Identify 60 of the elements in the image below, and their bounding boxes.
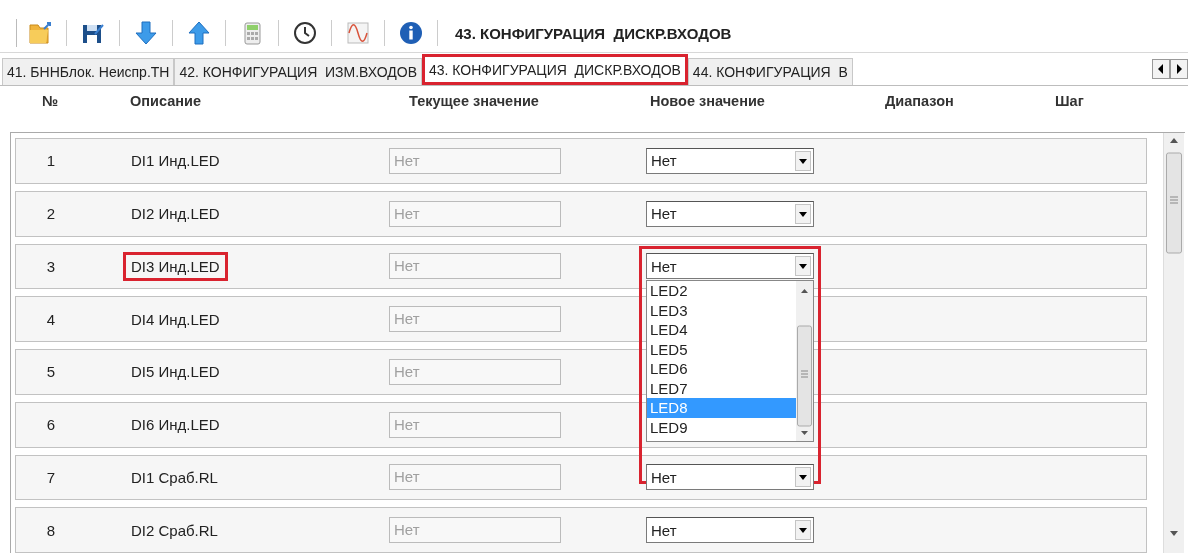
row-number: 7 <box>45 468 57 486</box>
value-dropdown[interactable]: Нет <box>646 464 814 491</box>
column-header: Диапазон <box>885 93 955 109</box>
up-arrow-icon[interactable] <box>186 20 212 46</box>
tab[interactable]: 42. КОНФИГУРАЦИЯ ИЗМ.ВХОДОВ <box>174 58 422 85</box>
caret-icon[interactable] <box>795 520 811 541</box>
dropdown-option[interactable]: LED9 <box>647 417 796 438</box>
row-number: 8 <box>45 521 57 539</box>
column-header: Шаг <box>1055 93 1085 109</box>
tab[interactable]: 44. КОНФИГУРАЦИЯ В <box>687 58 853 85</box>
row-number: 2 <box>45 205 57 223</box>
description-text: DI1 Сраб.RL <box>130 467 219 488</box>
column-header: Описание <box>129 93 202 109</box>
current-value-field: Нет <box>389 358 561 385</box>
current-value-field: Нет <box>389 306 561 333</box>
column-header: Новое значение <box>649 93 766 109</box>
description-text: DI4 Инд.LED <box>130 309 221 330</box>
current-value-field: Нет <box>389 411 561 438</box>
tab[interactable]: 43. КОНФИГУРАЦИЯ ДИСКР.ВХОДОВ <box>422 54 688 85</box>
description-text: DI5 Инд.LED <box>130 362 221 383</box>
current-value-field: Нет <box>389 464 561 491</box>
description-text: DI1 Инд.LED <box>130 151 221 172</box>
sine-wave-icon[interactable] <box>345 20 371 46</box>
column-header: Текущее значение <box>408 93 540 109</box>
info-icon[interactable] <box>398 20 424 46</box>
folder-icon[interactable] <box>27 20 53 46</box>
row-number: 1 <box>45 152 57 170</box>
caret-icon[interactable] <box>795 150 811 171</box>
caret-icon[interactable] <box>795 467 811 488</box>
dropdown-option[interactable]: LED6 <box>647 359 796 379</box>
value-dropdown[interactable]: Нет <box>646 147 814 174</box>
window-title: 43. КОНФИГУРАЦИЯ ДИСКР.ВХОДОВ <box>455 24 732 42</box>
row-number: 5 <box>45 363 57 381</box>
current-value-field: Нет <box>389 200 561 227</box>
dropdown-option[interactable]: LED3 <box>647 300 796 321</box>
tab[interactable]: 41. БННБлок. Неиспр.ТН <box>2 58 175 85</box>
dropdown-option[interactable]: LED5 <box>647 339 796 360</box>
current-value-field: Нет <box>389 517 561 544</box>
dropdown-option[interactable]: LED7 <box>647 378 796 399</box>
scroll-right-icon[interactable] <box>1170 59 1188 79</box>
value-dropdown[interactable]: Нет <box>646 253 814 280</box>
value-dropdown[interactable]: Нет <box>646 517 814 544</box>
dropdown-option[interactable]: LED4 <box>647 320 796 340</box>
row-number: 3 <box>45 257 57 275</box>
value-dropdown[interactable]: Нет <box>646 200 814 227</box>
clock-icon[interactable] <box>292 20 318 46</box>
description-text: DI2 Сраб.RL <box>130 520 219 541</box>
description-text: DI3 Инд.LED <box>123 251 228 281</box>
dropdown-option[interactable]: LED2 <box>647 281 796 301</box>
caret-icon[interactable] <box>795 203 811 224</box>
description-text: DI2 Инд.LED <box>130 204 221 225</box>
row-number: 6 <box>45 416 57 434</box>
current-value-field: Нет <box>389 147 561 174</box>
row-number: 4 <box>45 310 57 328</box>
current-value-field: Нет <box>389 253 561 280</box>
description-text: DI6 Инд.LED <box>130 415 221 436</box>
down-arrow-icon[interactable] <box>133 20 159 46</box>
column-header: № <box>40 93 60 109</box>
scroll-left-icon[interactable] <box>1152 59 1170 79</box>
caret-icon[interactable] <box>795 256 811 277</box>
